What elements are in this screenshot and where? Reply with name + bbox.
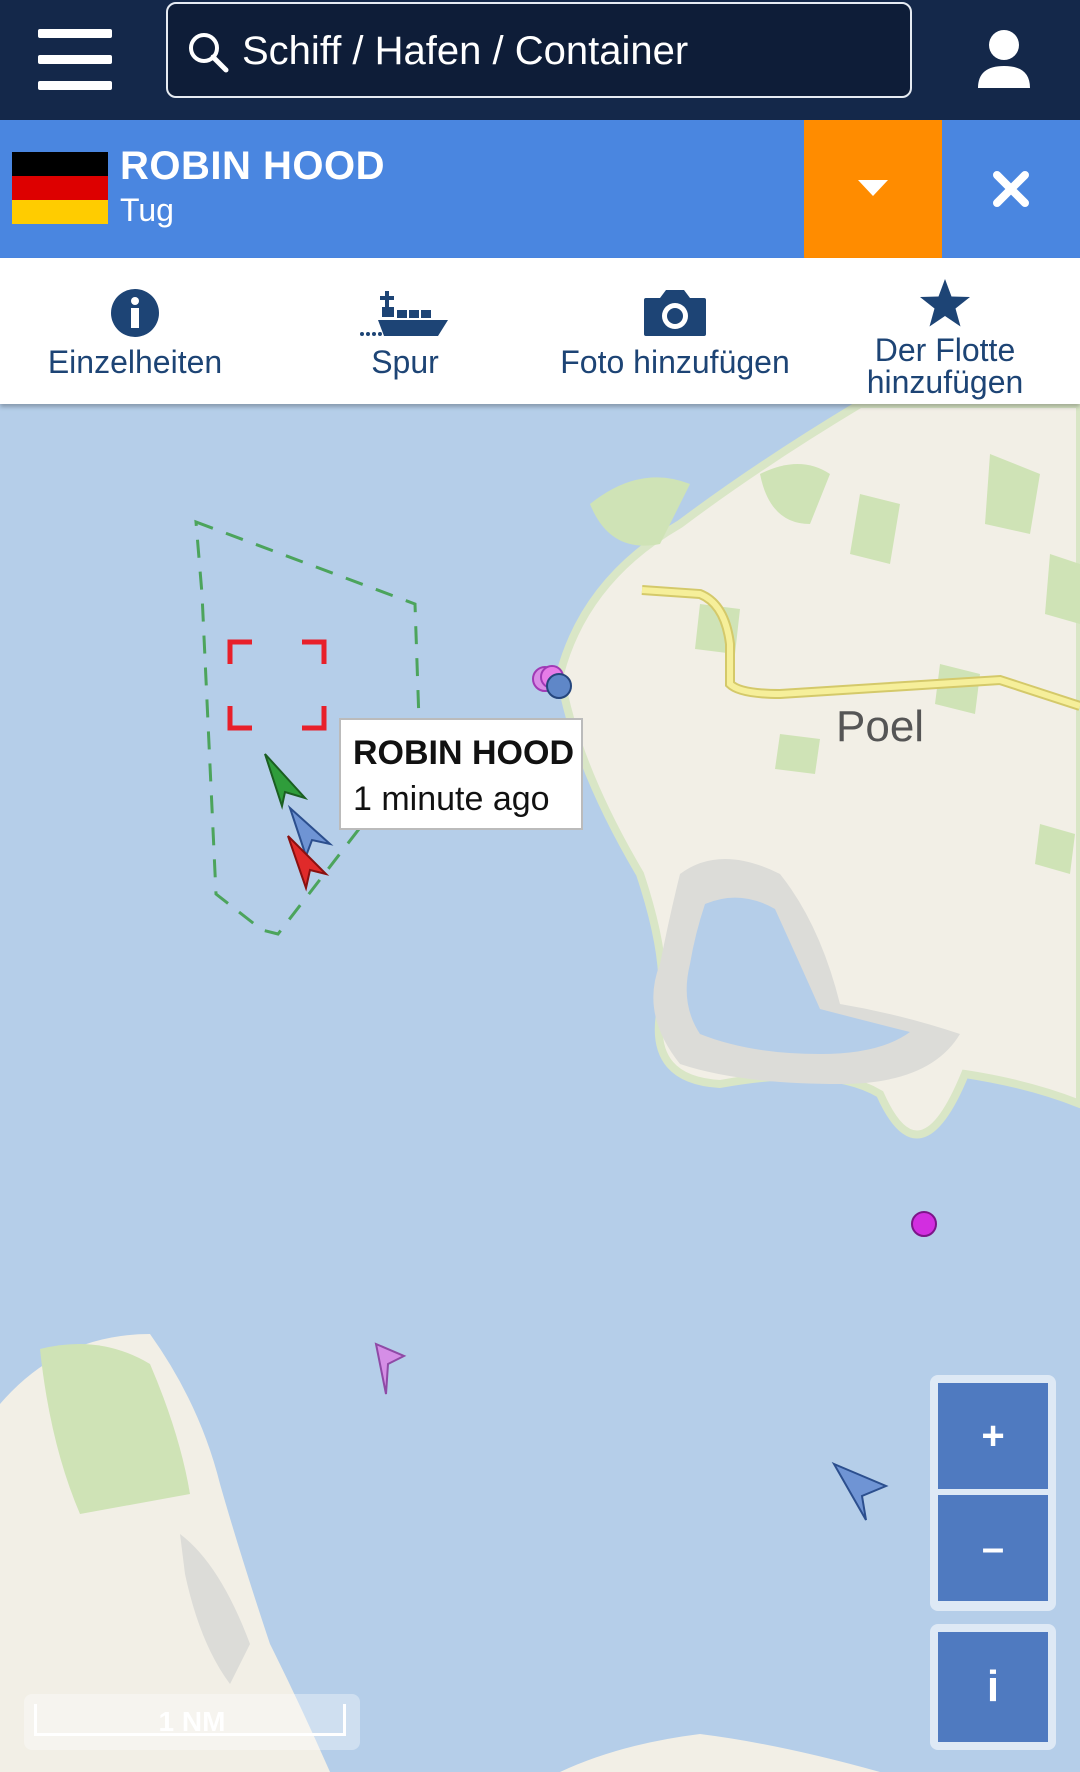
caret-down-icon [858, 180, 888, 196]
tab-details[interactable]: Einzelheiten [0, 258, 270, 404]
zoom-controls: + – [930, 1375, 1056, 1611]
user-icon[interactable] [966, 22, 1042, 98]
vessel-tooltip[interactable]: ROBIN HOOD 1 minute ago [339, 718, 583, 830]
hamburger-menu-icon[interactable] [30, 22, 120, 98]
tab-details-label: Einzelheiten [47, 344, 223, 380]
tooltip-last-seen: 1 minute ago [353, 780, 550, 818]
tab-add-photo-label: Foto hinzufügen [560, 344, 790, 380]
germany-flag-icon [12, 152, 108, 224]
app: ROBIN HOOD Tug Einzelheiten [0, 0, 1080, 1772]
expand-dropdown-button[interactable] [804, 120, 942, 258]
tab-track-label: Spur [371, 344, 439, 380]
camera-icon [644, 290, 706, 336]
tab-add-photo[interactable]: Foto hinzufügen [540, 258, 810, 404]
zoom-in-button[interactable]: + [938, 1383, 1048, 1489]
vessel-type: Tug [120, 192, 174, 228]
vessel-header: ROBIN HOOD Tug [0, 120, 1080, 258]
star-icon [920, 279, 970, 327]
info-control: i [930, 1624, 1056, 1750]
action-bar: Einzelheiten Spur Foto hinzufügen Der Fl… [0, 258, 1080, 404]
scale-label: 1 NM [158, 1706, 226, 1737]
tab-track[interactable]: Spur [270, 258, 540, 404]
close-icon [993, 171, 1029, 207]
scale-bar: 1 NM [24, 1694, 360, 1750]
tab-add-to-fleet-label: Der Flotte hinzufügen [866, 332, 1024, 400]
place-label: Poel [836, 702, 925, 751]
zoom-out-button[interactable]: – [938, 1495, 1048, 1601]
ship-track-icon [360, 291, 448, 336]
search-icon [189, 33, 229, 73]
map-view[interactable]: ROBIN HOOD 1 minute ago Poel + – i 1 NM [0, 404, 1080, 1772]
search-box[interactable] [166, 2, 912, 98]
tooltip-vessel-name: ROBIN HOOD [353, 734, 574, 772]
map-info-button[interactable]: i [938, 1632, 1048, 1742]
moored-vessel-dot [911, 1211, 937, 1237]
top-bar [0, 0, 1080, 120]
map-canvas [0, 404, 1080, 1772]
tab-add-to-fleet[interactable]: Der Flotte hinzufügen [810, 258, 1080, 404]
close-button[interactable] [942, 120, 1080, 258]
vessel-name: ROBIN HOOD [120, 144, 385, 188]
info-icon [111, 289, 159, 337]
search-input[interactable] [240, 18, 894, 84]
